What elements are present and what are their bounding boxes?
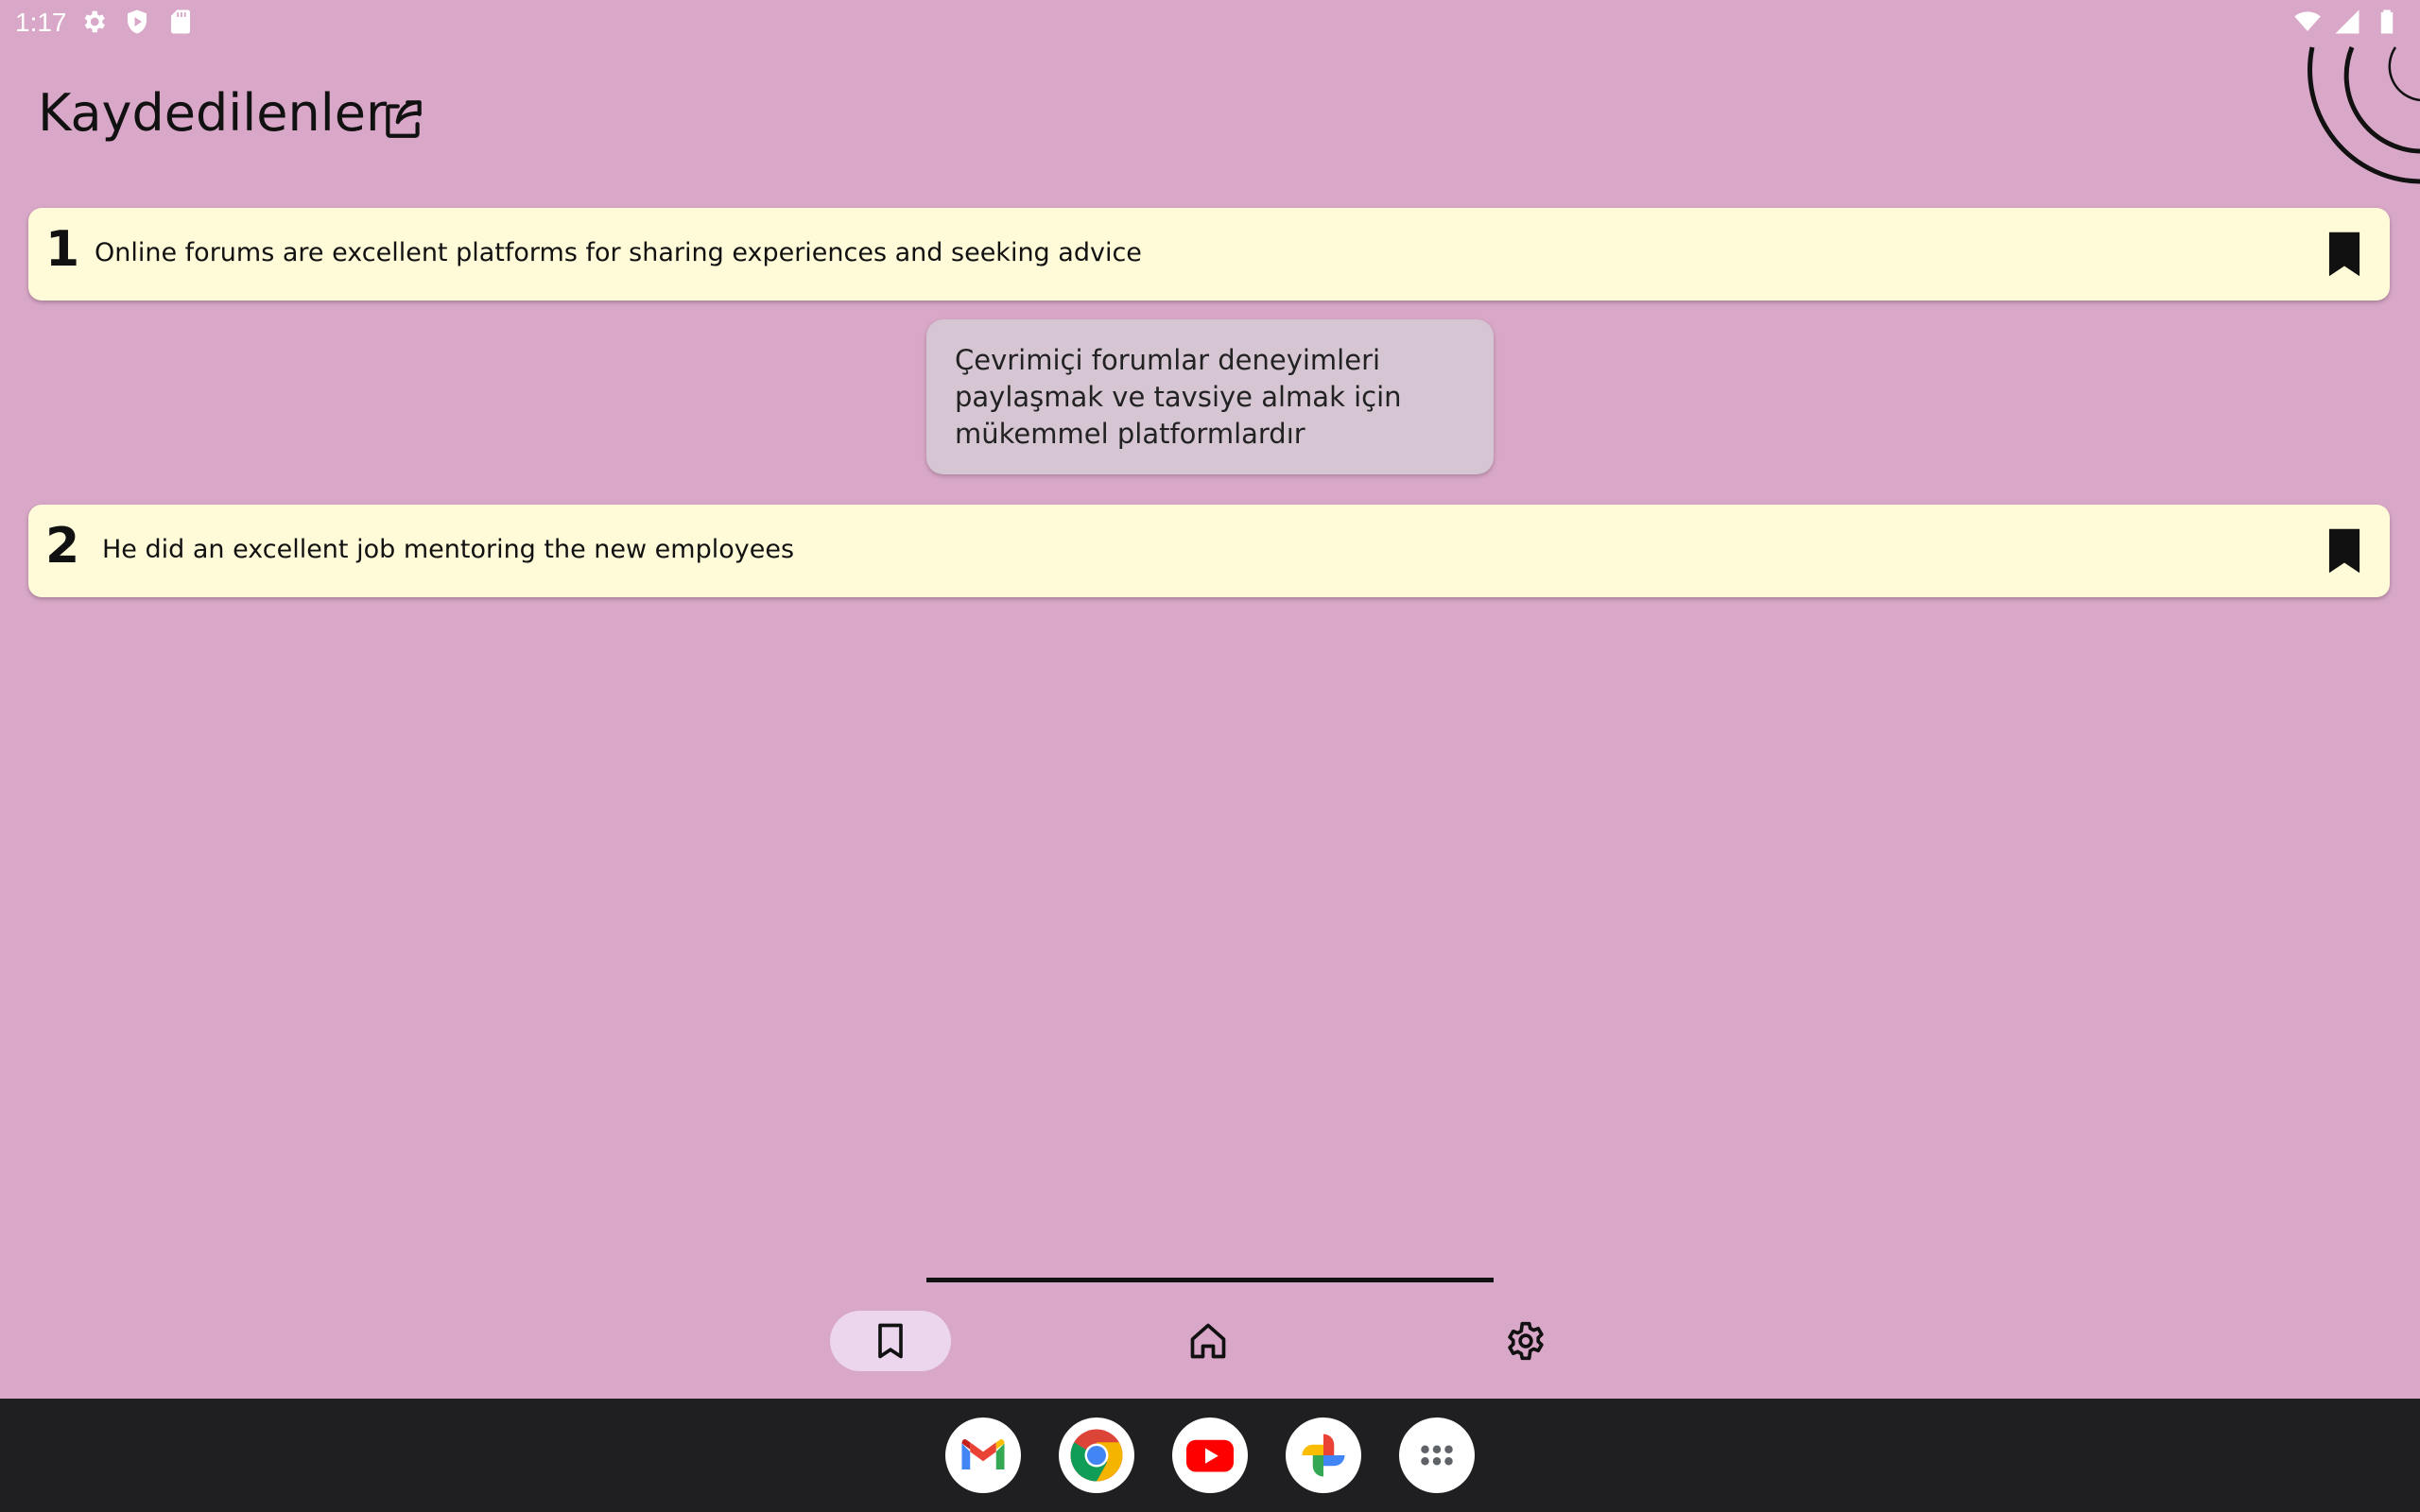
translation-text: Çevrimiçi forumlar deneyimleri paylaşmak… xyxy=(955,344,1402,450)
translation-popup: Çevrimiçi forumlar deneyimleri paylaşmak… xyxy=(926,319,1494,474)
nav-home[interactable] xyxy=(1148,1311,1269,1371)
status-icons-right xyxy=(2293,8,2401,36)
gmail-logo xyxy=(961,1439,1005,1469)
item-number: 2 xyxy=(45,518,80,575)
home-icon xyxy=(1190,1323,1226,1359)
bookmark-icon[interactable] xyxy=(2324,231,2365,278)
item-text: He did an excellent job mentoring the ne… xyxy=(102,535,795,564)
tab-indicator xyxy=(926,1278,1494,1282)
share-icon[interactable] xyxy=(380,94,427,142)
battery-icon xyxy=(2380,9,2394,34)
wifi-icon xyxy=(2294,11,2321,31)
shield-icon xyxy=(128,9,147,34)
chrome-logo xyxy=(1070,1429,1123,1482)
app-drawer-icon[interactable] xyxy=(1399,1418,1475,1493)
nav-saved[interactable] xyxy=(830,1311,951,1371)
nav-settings[interactable] xyxy=(1465,1311,1586,1371)
status-icons-left xyxy=(79,8,195,36)
item-number: 1 xyxy=(45,221,80,278)
settings-icon xyxy=(1508,1321,1544,1361)
youtube-logo xyxy=(1186,1439,1234,1472)
settings-gear-icon xyxy=(84,10,105,33)
bookmark-icon[interactable] xyxy=(2324,527,2365,575)
bookmark-icon xyxy=(878,1323,903,1359)
chrome-icon[interactable] xyxy=(1059,1418,1134,1493)
saved-item-card[interactable]: 2 He did an excellent job mentoring the … xyxy=(28,505,2390,597)
youtube-icon[interactable] xyxy=(1172,1418,1248,1493)
bottom-nav xyxy=(0,1285,2420,1399)
photos-logo xyxy=(1302,1434,1345,1477)
decorative-arcs xyxy=(2308,46,2420,184)
page-title: Kaydedilenler xyxy=(38,83,388,143)
photos-icon[interactable] xyxy=(1286,1418,1361,1493)
status-bar: 1:17 xyxy=(0,0,2420,47)
gmail-icon[interactable] xyxy=(945,1418,1021,1493)
app-dock xyxy=(0,1399,2420,1512)
saved-item-card[interactable]: 1 Online forums are excellent platforms … xyxy=(28,208,2390,301)
cell-signal-icon xyxy=(2335,9,2360,34)
item-text: Online forums are excellent platforms fo… xyxy=(95,238,1142,267)
app-drawer-dots xyxy=(1421,1445,1453,1466)
status-time: 1:17 xyxy=(15,8,67,37)
sd-card-icon xyxy=(171,9,190,34)
